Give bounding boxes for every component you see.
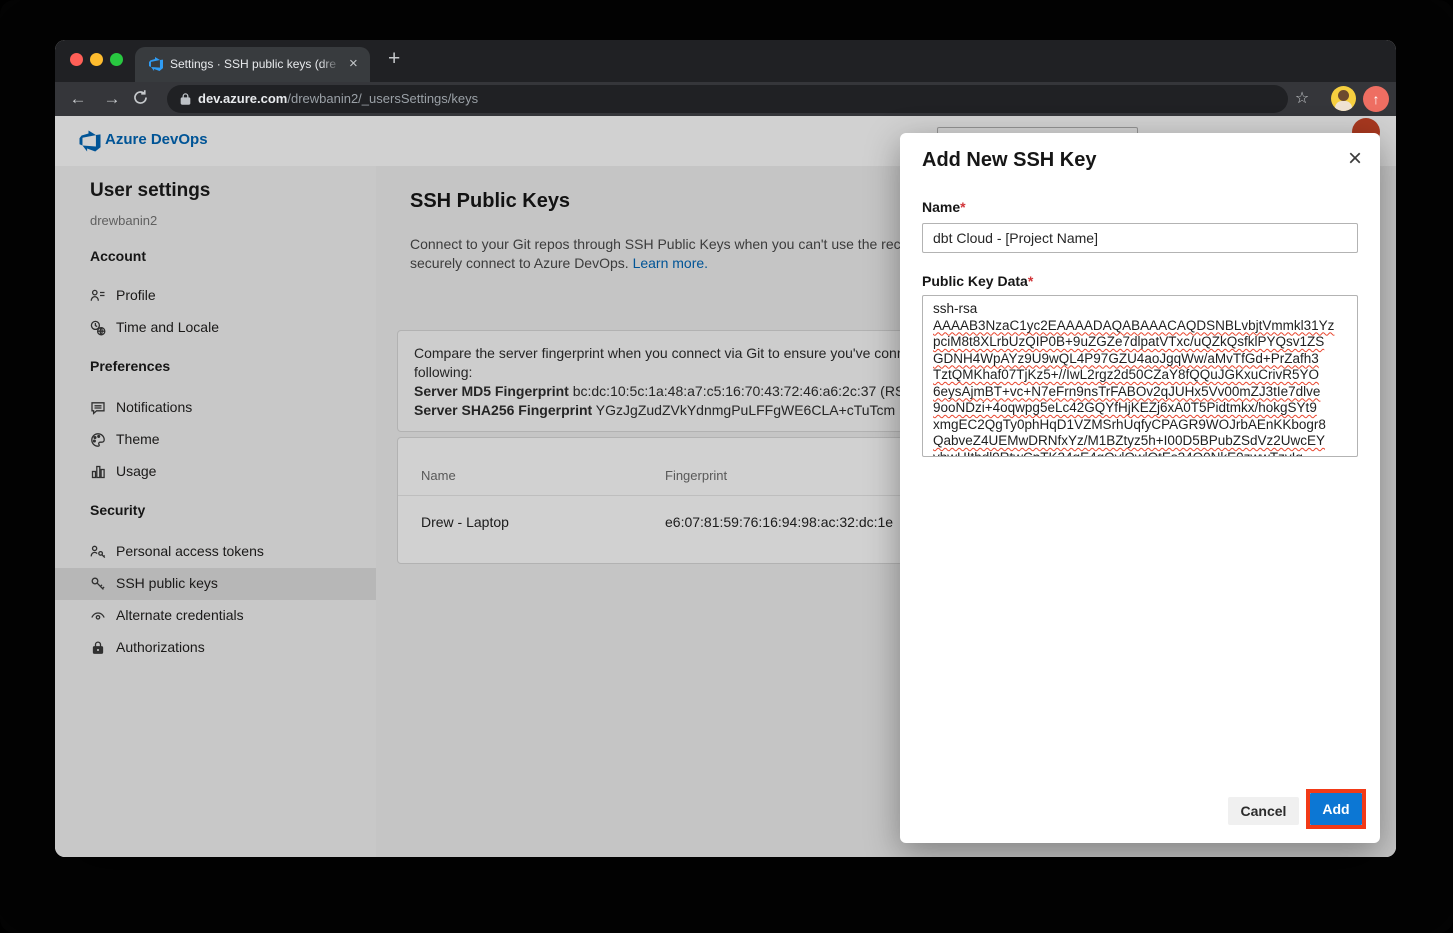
window-minimize-button[interactable] xyxy=(90,53,103,66)
avatar-head-shape xyxy=(1338,90,1349,101)
screenshot-stage: Settings · SSH public keys (dre × + ← → … xyxy=(0,0,1453,933)
public-key-field-label: Public Key Data* xyxy=(922,273,1033,289)
browser-toolbar: ← → dev.azure.com/drewbanin2/_usersSetti… xyxy=(55,82,1396,116)
cancel-button[interactable]: Cancel xyxy=(1228,797,1299,825)
public-key-textarea[interactable]: ssh-rsaAAAAB3NzaC1yc2EAAAADAQABAAACAQDSN… xyxy=(922,295,1358,457)
url-host: dev.azure.com xyxy=(198,91,287,106)
modal-title: Add New SSH Key xyxy=(922,149,1096,172)
lock-icon xyxy=(179,92,192,106)
add-button-annotation-highlight: Add xyxy=(1306,789,1366,829)
name-input[interactable] xyxy=(922,223,1358,253)
required-marker: * xyxy=(1028,273,1033,289)
back-icon[interactable]: ← xyxy=(66,87,90,111)
required-marker: * xyxy=(960,199,965,215)
url-path: /drewbanin2/_usersSettings/keys xyxy=(287,91,478,106)
browser-tab-bar: Settings · SSH public keys (dre × + xyxy=(55,40,1396,82)
azure-devops-favicon-icon xyxy=(148,56,164,72)
bookmark-star-icon[interactable]: ☆ xyxy=(1290,87,1314,111)
browser-tab-active[interactable]: Settings · SSH public keys (dre × xyxy=(135,47,370,82)
url-bar[interactable]: dev.azure.com/drewbanin2/_usersSettings/… xyxy=(167,85,1288,113)
browser-window: Settings · SSH public keys (dre × + ← → … xyxy=(55,40,1396,857)
avatar-body-shape xyxy=(1335,101,1352,111)
browser-profile-avatar[interactable] xyxy=(1331,86,1356,111)
window-close-button[interactable] xyxy=(70,53,83,66)
forward-icon[interactable]: → xyxy=(100,87,124,111)
window-zoom-button[interactable] xyxy=(110,53,123,66)
url-text: dev.azure.com/drewbanin2/_usersSettings/… xyxy=(198,91,478,106)
add-ssh-key-modal: Add New SSH Key × Name* Public Key Data*… xyxy=(900,133,1380,843)
chrome-update-button[interactable]: ↑ xyxy=(1363,86,1389,112)
new-tab-button[interactable]: + xyxy=(388,47,400,71)
modal-close-icon[interactable]: × xyxy=(1348,147,1362,171)
reload-icon[interactable] xyxy=(132,89,156,106)
tab-close-icon[interactable]: × xyxy=(349,55,358,72)
tab-title-fade xyxy=(320,55,350,75)
name-field-label: Name* xyxy=(922,199,966,215)
add-button[interactable]: Add xyxy=(1310,793,1362,825)
